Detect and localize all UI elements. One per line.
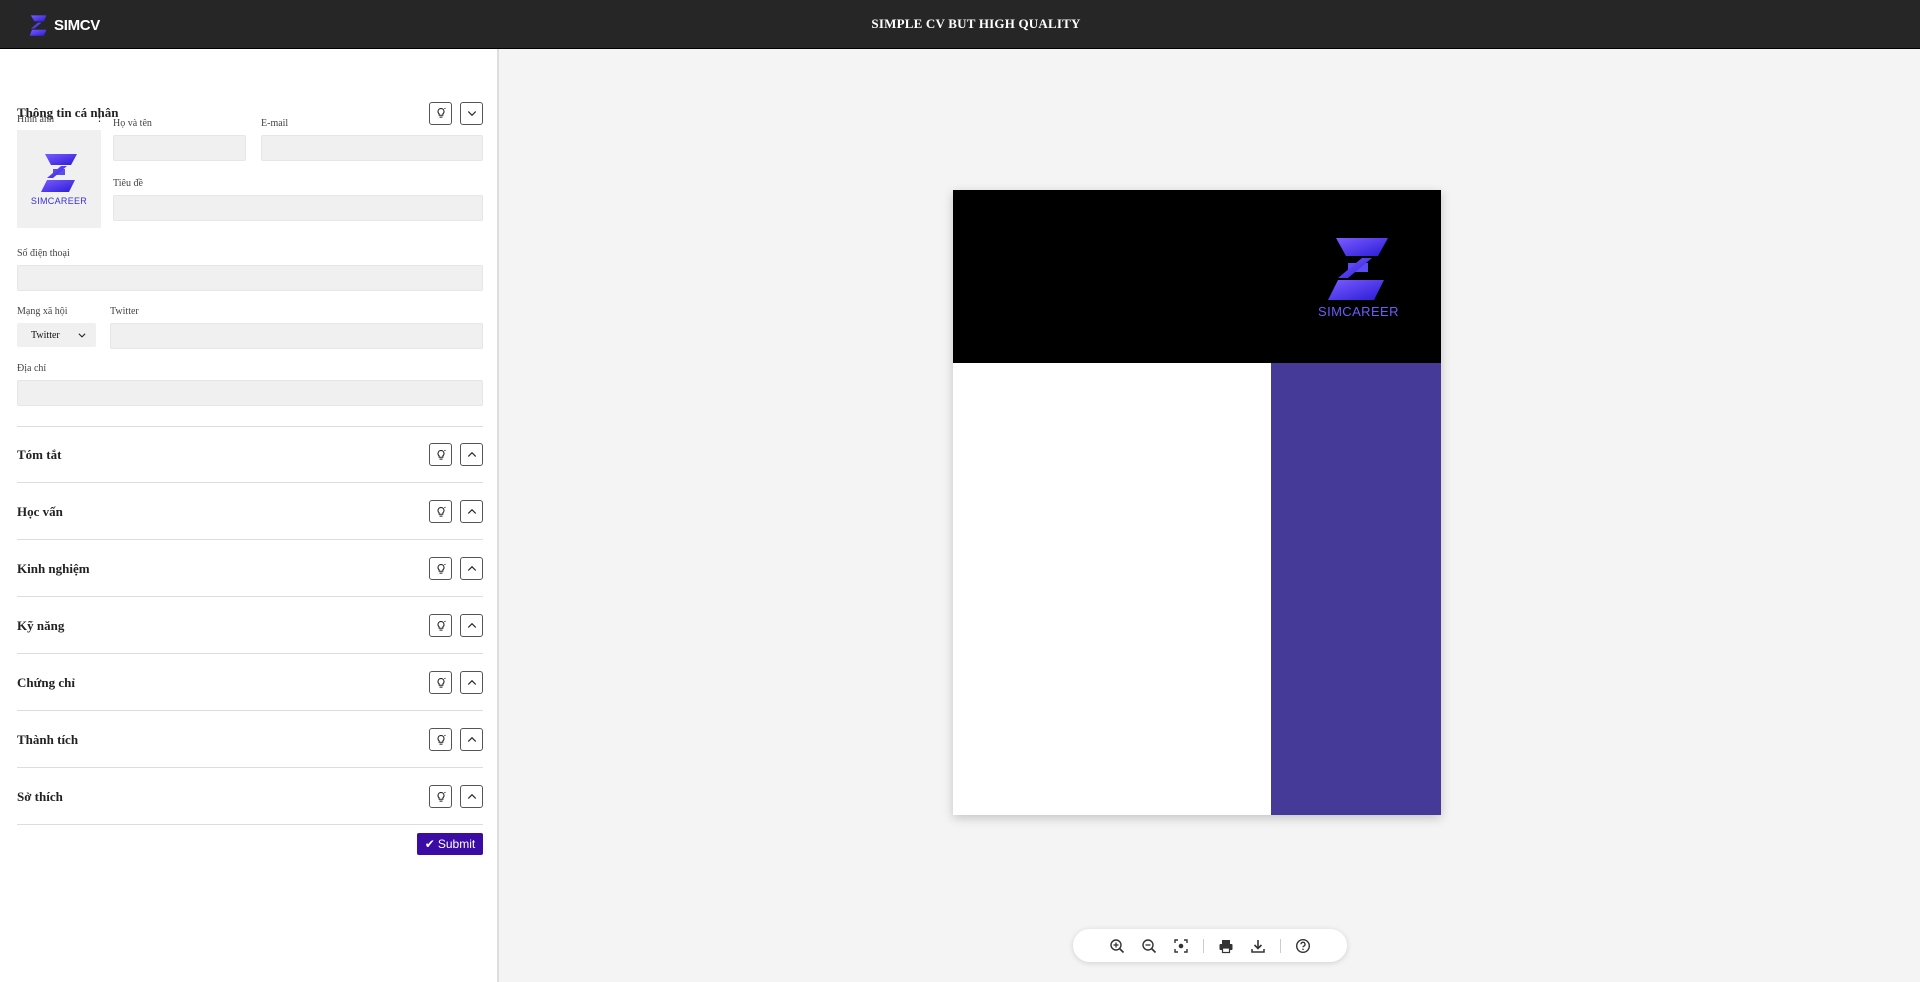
zoom-out-button[interactable] (1133, 934, 1165, 958)
expand-toggle-button[interactable] (460, 671, 483, 694)
submit-button[interactable]: ✔ Submit (417, 833, 483, 855)
hint-button[interactable] (429, 671, 452, 694)
hint-button[interactable] (429, 614, 452, 637)
cv-header: SIMCAREER (953, 190, 1441, 363)
zoom-in-button[interactable] (1101, 934, 1133, 958)
fit-screen-button[interactable] (1165, 934, 1197, 958)
hint-button[interactable] (429, 500, 452, 523)
headline-input[interactable] (113, 195, 483, 221)
chevron-up-icon (467, 565, 476, 571)
cv-logo: SIMCAREER (1318, 236, 1399, 319)
section-hobbies-header: Sở thích (17, 769, 483, 825)
email-input[interactable] (261, 135, 483, 161)
hint-button[interactable] (429, 443, 452, 466)
toolbar-divider (1203, 938, 1204, 953)
lightbulb-icon (437, 107, 446, 118)
address-label: Địa chỉ (17, 363, 47, 374)
simcareer-logo-icon (41, 154, 77, 192)
cv-sidebar-column (1271, 363, 1441, 815)
hint-button[interactable] (429, 728, 452, 751)
print-icon (1219, 939, 1233, 953)
section-skills-header: Kỹ năng (17, 598, 483, 654)
section-title: Tóm tắt (17, 446, 62, 462)
section-title: Chứng chỉ (17, 674, 76, 690)
lightbulb-icon (437, 563, 446, 574)
chevron-down-icon (467, 111, 476, 117)
lightbulb-icon (437, 791, 446, 802)
toolbar-divider (1280, 938, 1281, 953)
lightbulb-icon (437, 677, 446, 688)
section-title: Kinh nghiệm (17, 560, 90, 576)
check-icon: ✔ (424, 837, 435, 851)
name-input[interactable] (113, 135, 246, 161)
zoom-out-icon (1142, 938, 1157, 953)
section-title: Kỹ năng (17, 617, 65, 633)
social-handle-input[interactable] (110, 323, 483, 349)
lightbulb-icon (437, 506, 446, 517)
section-title: Thành tích (17, 731, 79, 747)
photo-caption: SIMCAREER (30, 196, 88, 206)
social-field-label: Twitter (110, 306, 139, 317)
hint-button[interactable] (429, 785, 452, 808)
download-button[interactable] (1242, 934, 1274, 958)
phone-label: Số điện thoại (17, 248, 70, 259)
expand-toggle-button[interactable] (460, 614, 483, 637)
section-experience-header: Kinh nghiệm (17, 541, 483, 597)
social-network-select[interactable]: Twitter (17, 323, 96, 347)
expand-toggle-button[interactable] (460, 557, 483, 580)
cv-preview-page: SIMCAREER (953, 190, 1441, 815)
expand-toggle-button[interactable] (460, 500, 483, 523)
zoom-in-icon (1110, 938, 1125, 953)
expand-toggle-button[interactable] (460, 728, 483, 751)
chevron-up-icon (467, 793, 476, 799)
print-button[interactable] (1210, 934, 1242, 958)
address-input[interactable] (17, 380, 483, 406)
photo-options-icon[interactable]: ⋮ (94, 113, 105, 124)
help-button[interactable] (1287, 934, 1319, 958)
social-label: Mạng xã hội (17, 306, 68, 317)
chevron-up-icon (467, 508, 476, 514)
photo-upload[interactable]: SIMCAREER (17, 130, 101, 228)
lightbulb-icon (437, 734, 446, 745)
collapse-toggle-button[interactable] (460, 101, 483, 125)
app-title: SIMPLE CV BUT HIGH QUALITY (871, 16, 1081, 31)
name-label: Họ và tên (113, 118, 152, 129)
photo-label: Hình ảnh (17, 114, 54, 125)
chevron-down-icon (78, 333, 86, 338)
preview-toolbar (1073, 929, 1347, 962)
top-bar: SIMCV SIMPLE CV BUT HIGH QUALITY (0, 0, 1920, 49)
chevron-up-icon (467, 736, 476, 742)
section-summary-header: Tóm tắt (17, 427, 483, 483)
chevron-up-icon (467, 451, 476, 457)
cv-logo-text: SIMCAREER (1318, 304, 1399, 319)
section-achievements-header: Thành tích (17, 712, 483, 768)
headline-label: Tiêu đề (113, 178, 143, 189)
email-label: E-mail (261, 118, 289, 129)
section-title: Học vấn (17, 503, 63, 519)
lightbulb-icon (437, 620, 446, 631)
editor-sidebar: Thông tin cá nhân Hình ảnh ⋮ SIMCAREER H… (0, 49, 499, 982)
lightbulb-icon (437, 449, 446, 460)
chevron-up-icon (467, 679, 476, 685)
chevron-up-icon (467, 622, 476, 628)
download-icon (1251, 939, 1265, 953)
section-education-header: Học vấn (17, 484, 483, 540)
section-certificates-header: Chứng chỉ (17, 655, 483, 711)
expand-toggle-button[interactable] (460, 443, 483, 466)
phone-input[interactable] (17, 265, 483, 291)
submit-label: Submit (437, 837, 476, 851)
fit-screen-icon (1174, 938, 1188, 953)
hint-button[interactable] (429, 101, 452, 125)
simcareer-logo-icon (1328, 238, 1389, 300)
help-icon (1295, 938, 1311, 953)
social-selected-value: Twitter (31, 329, 60, 341)
hint-button[interactable] (429, 557, 452, 580)
expand-toggle-button[interactable] (460, 785, 483, 808)
section-title: Sở thích (17, 788, 63, 804)
